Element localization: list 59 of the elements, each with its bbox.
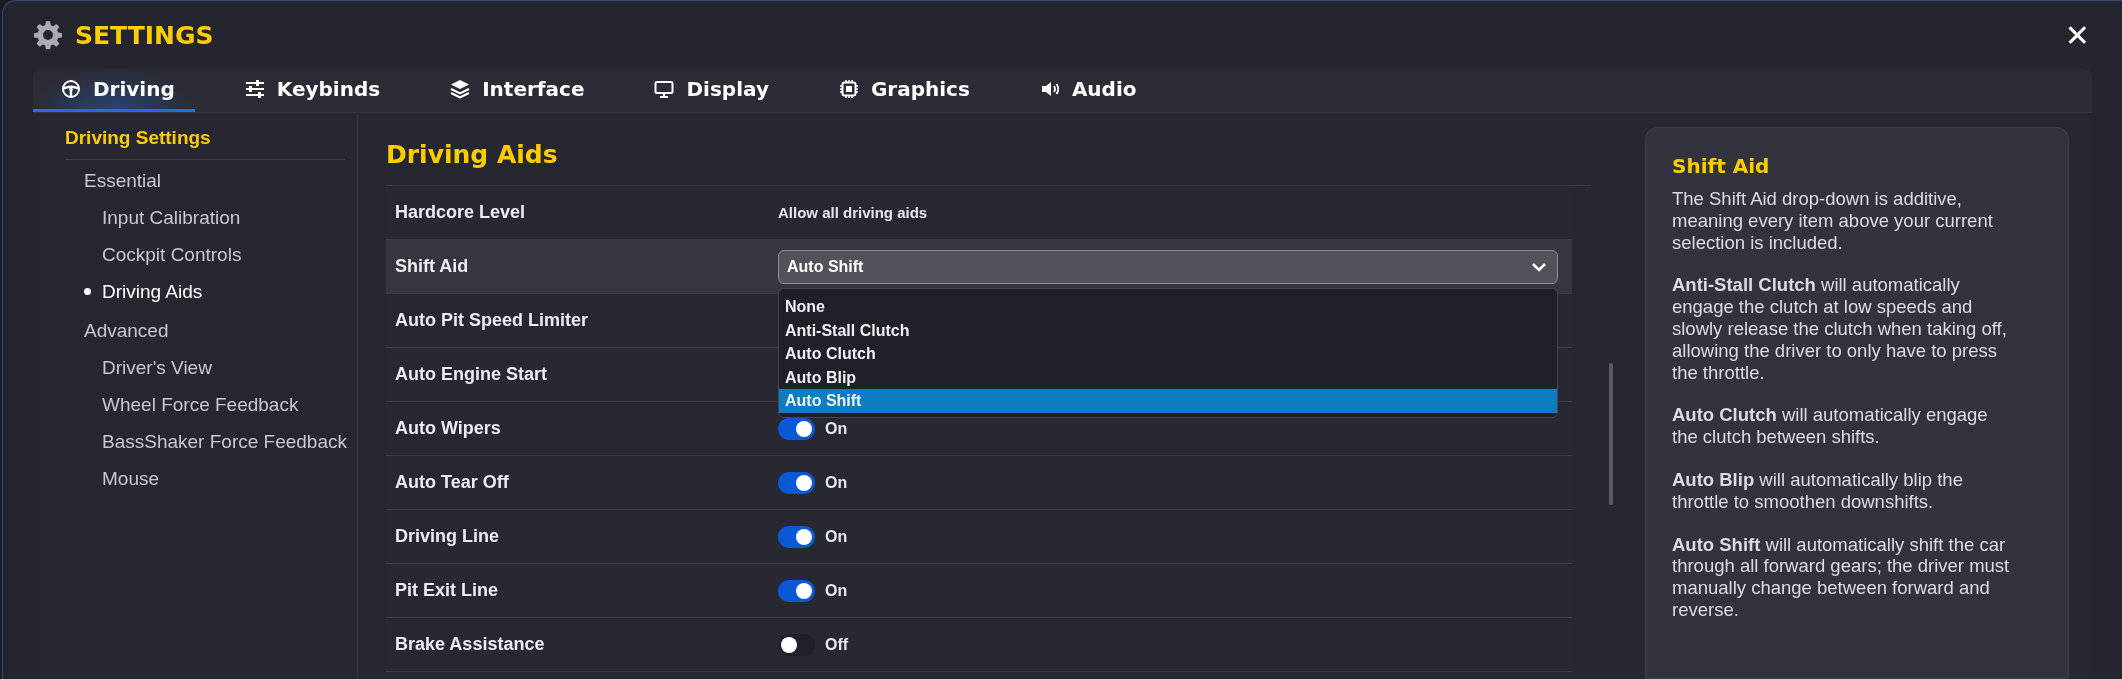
toggle-state: On [825,581,848,600]
setting-label: Driving Line [395,526,500,547]
chip-icon [838,79,859,99]
sidebar-item[interactable]: BassShaker Force Feedback [65,423,357,460]
sidebar-item[interactable]: Driver's View [65,349,357,386]
dropdown-option[interactable]: Auto Clutch [779,342,1557,366]
tab[interactable]: Driving [33,69,195,112]
setting-value: Allow all driving aids [778,204,928,221]
toggle-switch[interactable] [778,579,815,602]
dropdown-option[interactable]: Auto Blip [779,365,1557,389]
tab[interactable]: Audio [1011,69,1157,112]
tab[interactable]: Display [626,69,789,112]
toggle-state: On [825,473,848,492]
sidebar-group[interactable]: Advanced [65,312,357,349]
sidebar-item[interactable]: Cockpit Controls [65,236,357,273]
toggle-switch[interactable] [778,417,815,440]
close-button[interactable]: ✕ [2056,17,2098,53]
sidebar-item[interactable]: Mouse [65,460,357,497]
help-paragraph: The Shift Aid drop-down is additive, meaning every item above your current selection is included. [1672,188,1994,254]
steering-wheel-icon [61,79,81,99]
setting-label: Shift Aid [395,256,470,277]
setting-label: Hardcore Level [395,202,527,223]
setting-label: Auto Tear Off [395,472,510,493]
speaker-icon [1039,79,1060,99]
layers-icon [450,79,471,99]
setting-label: Brake Assistance [395,634,546,655]
toggle-state: On [825,419,848,438]
sidebar-item[interactable]: Input Calibration [65,199,357,236]
help-paragraph: Anti-Stall Clutch will automatically engage the clutch at low speeds and slowly release the clutch when taking off, allowing the driver to only have to press the throttle. [1672,274,2008,384]
sidebar-item[interactable]: Driving Aids [65,273,357,310]
help-paragraph: Auto Blip will automatically blip the throttle to smoothen downshifts. [1672,468,1964,513]
scrollbar-thumb[interactable] [1609,363,1613,505]
toggle-state: Off [825,635,849,654]
setting-label: Auto Engine Start [395,364,548,385]
dropdown-option[interactable]: Auto Shift [779,389,1557,413]
help-paragraph: Auto Shift will automatically shift the car through all forward gears; the driver must manually change between forward and reverse. [1672,533,2011,621]
sliders-icon [244,79,265,99]
select-field[interactable]: Auto Shift [778,249,1558,284]
window-title: SETTINGS [75,20,214,50]
sidebar-group[interactable]: Essential [65,162,357,199]
monitor-icon [654,79,675,99]
chevron-down-icon [1531,261,1547,272]
setting-label: Auto Wipers [395,418,502,439]
dropdown-option[interactable]: None [779,295,1557,319]
help-title: Shift Aid [1672,154,1771,178]
toggle-switch[interactable] [778,525,815,548]
help-paragraph: Auto Clutch will automatically engage the clutch between shifts. [1672,404,1989,448]
tab[interactable]: Graphics [810,69,990,112]
tab[interactable]: Interface [422,69,605,112]
sidebar-heading: Driving Settings [65,127,345,160]
tab[interactable]: Keybinds [216,69,401,112]
toggle-state: On [825,527,848,546]
toggle-switch[interactable] [778,471,815,494]
toggle-switch[interactable] [778,633,815,656]
dropdown-option[interactable]: Anti-Stall Clutch [779,318,1557,342]
setting-label: Pit Exit Line [395,580,500,601]
gear-icon [33,20,63,50]
sidebar-item[interactable]: Wheel Force Feedback [65,386,357,423]
setting-label: Auto Pit Speed Limiter [395,310,590,331]
